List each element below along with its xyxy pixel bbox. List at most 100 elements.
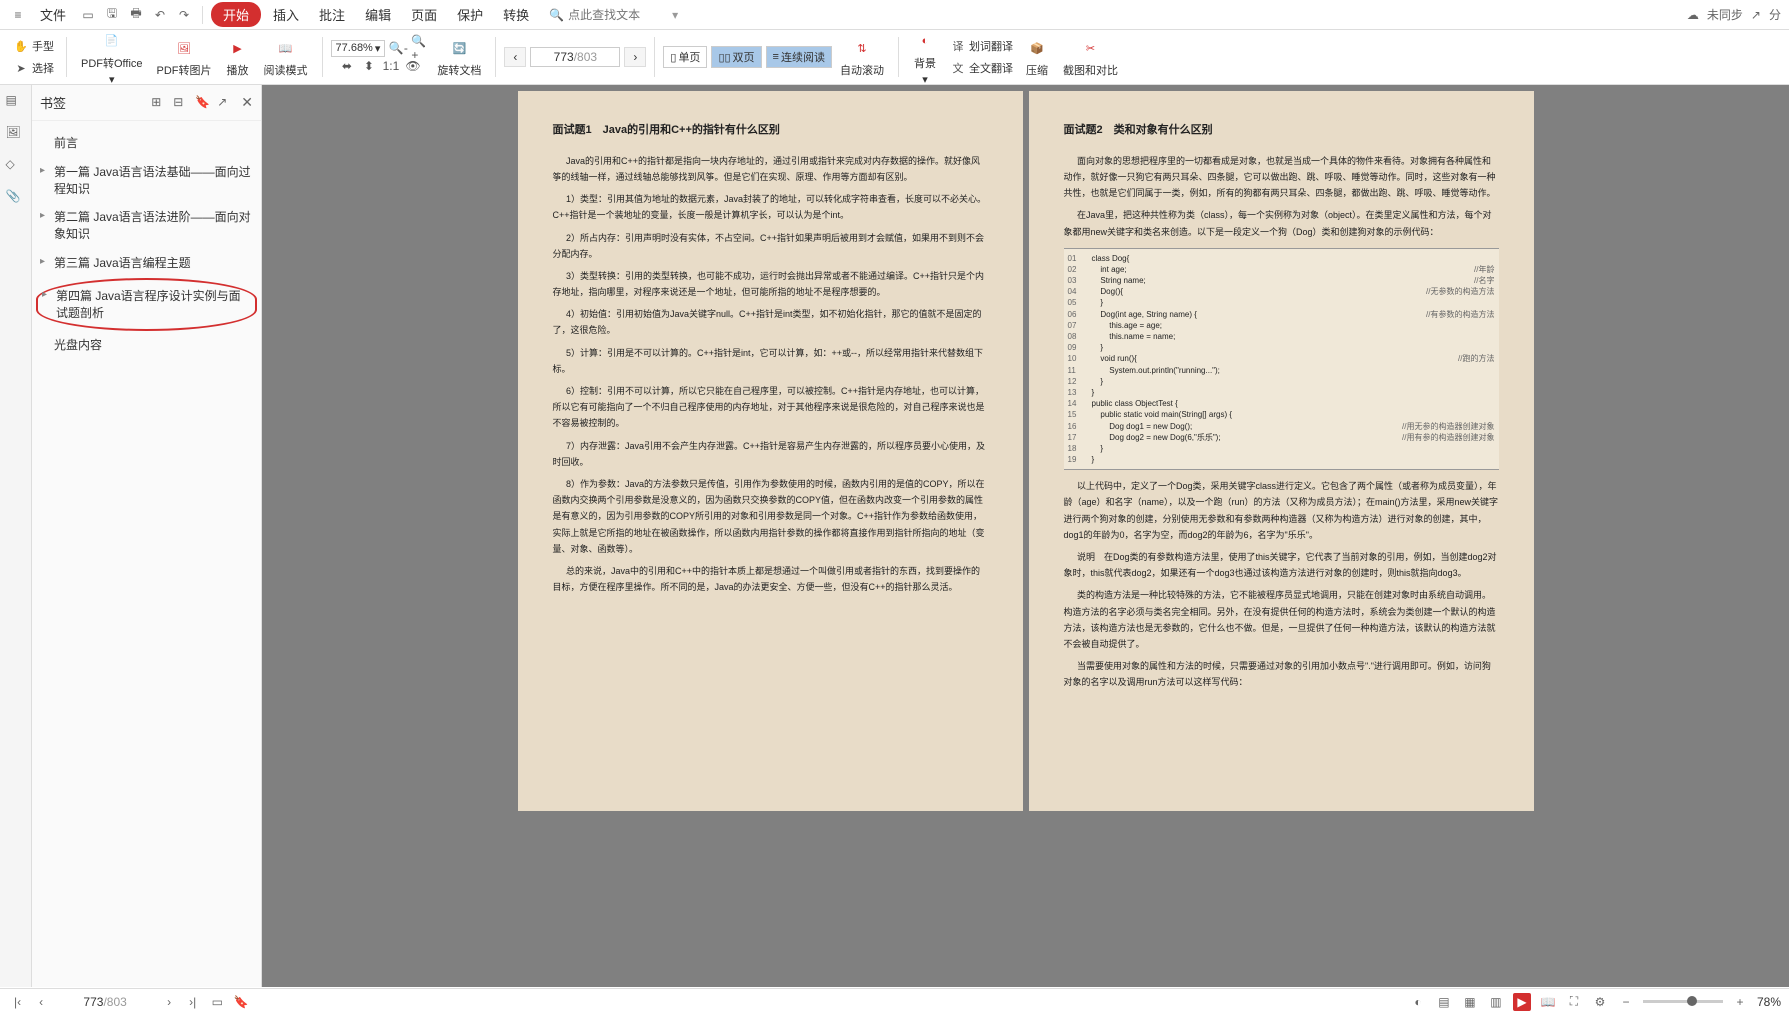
- code-line: 14public class ObjectTest {: [1068, 398, 1495, 409]
- menu-convert[interactable]: 转换: [495, 1, 537, 28]
- search-icon: 🔍: [549, 8, 564, 22]
- zoom-slider[interactable]: [1643, 1000, 1723, 1003]
- rotate-tool[interactable]: 🔄旋转文档: [431, 34, 487, 80]
- next-page[interactable]: ›: [624, 47, 646, 67]
- sb-bookmark-icon[interactable]: 🔖: [232, 993, 250, 1011]
- bm-link-icon[interactable]: ↗: [217, 95, 233, 111]
- select-tool[interactable]: ➤选择: [8, 57, 58, 79]
- code-line: 10 void run(){//跑的方法: [1068, 353, 1495, 364]
- auto-scroll[interactable]: ⇅自动滚动: [834, 34, 890, 80]
- sb-settings-icon[interactable]: ⚙: [1591, 993, 1609, 1011]
- code-line: 02 int age;//年龄: [1068, 264, 1495, 275]
- zoom-select[interactable]: 77.68%▾: [331, 40, 386, 57]
- pdf-image-icon: 🖼: [172, 36, 196, 60]
- single-page[interactable]: ▯单页: [663, 46, 707, 68]
- bm-collapse-icon[interactable]: ⊟: [173, 95, 189, 111]
- close-icon[interactable]: ✕: [241, 94, 253, 111]
- paragraph: 面向对象的思想把程序里的一切都看成是对象，也就是当成一个具体的物件来看待。对象拥…: [1064, 153, 1499, 202]
- undo-icon[interactable]: ↶: [150, 5, 170, 25]
- crop-icon: ✂: [1078, 36, 1102, 60]
- pdf-to-image[interactable]: 🖼PDF转图片: [151, 34, 218, 80]
- menu-protect[interactable]: 保护: [449, 1, 491, 28]
- compress-tool[interactable]: 📦压缩: [1019, 34, 1055, 80]
- zoom-in-sb[interactable]: +: [1731, 993, 1749, 1011]
- continuous-read[interactable]: ≡连续阅读: [766, 46, 832, 68]
- background-tool[interactable]: ◐背景▾: [907, 27, 943, 88]
- menu-start[interactable]: 开始: [211, 2, 261, 27]
- cloud-icon: ☁: [1687, 8, 1699, 22]
- code-line: 16 Dog dog1 = new Dog();//用无参的构造器创建对象: [1068, 421, 1495, 432]
- last-page[interactable]: ›|: [183, 993, 202, 1011]
- chevron-down-icon[interactable]: ▾: [672, 8, 678, 22]
- bookmark-item[interactable]: 第三篇 Java语言编程主题: [36, 249, 257, 278]
- crop-compare[interactable]: ✂截图和对比: [1057, 34, 1124, 80]
- sb-layout2-icon[interactable]: ▦: [1461, 993, 1479, 1011]
- attachment-icon[interactable]: 📎: [6, 189, 26, 209]
- bookmark-item[interactable]: 第二篇 Java语言语法进阶――面向对象知识: [36, 203, 257, 249]
- code-line: 15 public static void main(String[] args…: [1068, 409, 1495, 420]
- rotate-icon: 🔄: [447, 36, 471, 60]
- share-icon[interactable]: ↗: [1751, 8, 1761, 22]
- paragraph: 当需要使用对象的属性和方法的时候，只需要通过对象的引用加小数点号"."进行调用即…: [1064, 658, 1499, 690]
- next-page-sb[interactable]: ›: [161, 993, 177, 1011]
- sb-read-icon[interactable]: 📖: [1539, 993, 1557, 1011]
- code-line: 12 }: [1068, 376, 1495, 387]
- bookmark-item[interactable]: 第四篇 Java语言程序设计实例与面试题剖析: [36, 278, 257, 332]
- fit-width-icon[interactable]: ⬌: [338, 57, 356, 75]
- save-icon[interactable]: 🖫: [102, 5, 122, 25]
- search-box[interactable]: 🔍 ▾: [549, 8, 678, 22]
- code-line: 05 }: [1068, 297, 1495, 308]
- zoom-out-icon[interactable]: 🔍-: [389, 39, 407, 57]
- prev-page-sb[interactable]: ‹: [33, 993, 49, 1011]
- paragraph: 说明 在Dog类的有参数构造方法里，使用了this关键字，它代表了当前对象的引用…: [1064, 549, 1499, 581]
- code-line: 08 this.name = name;: [1068, 331, 1495, 342]
- status-page[interactable]: 773/803: [55, 993, 155, 1011]
- actual-size-icon[interactable]: 1:1: [382, 57, 400, 75]
- thumbnails-icon[interactable]: ▤: [6, 93, 26, 113]
- image-icon[interactable]: 🖼: [6, 125, 26, 145]
- menu-icon[interactable]: ≡: [8, 5, 28, 25]
- menu-review[interactable]: 批注: [311, 1, 353, 28]
- open-icon[interactable]: ▭: [78, 5, 98, 25]
- menu-edit[interactable]: 编辑: [357, 1, 399, 28]
- read-icon: 📖: [274, 36, 298, 60]
- menu-page[interactable]: 页面: [403, 1, 445, 28]
- menu-file[interactable]: 文件: [32, 1, 74, 28]
- bookmark-item[interactable]: 前言: [36, 129, 257, 158]
- read-mode[interactable]: 📖阅读模式: [258, 34, 314, 80]
- bookmark-item[interactable]: 第一篇 Java语言语法基础――面向过程知识: [36, 158, 257, 204]
- search-input[interactable]: [568, 8, 668, 22]
- first-page[interactable]: |‹: [8, 993, 27, 1011]
- zoom-in-icon[interactable]: 🔍+: [411, 39, 429, 57]
- code-line: 06 Dog(int age, String name) {//有参数的构造方法: [1068, 309, 1495, 320]
- code-line: 01class Dog{: [1068, 253, 1495, 264]
- eye-icon[interactable]: 👁: [404, 57, 422, 75]
- pdf-to-office[interactable]: 📄PDF转Office▾: [75, 27, 149, 88]
- double-page[interactable]: ▯▯双页: [711, 46, 761, 68]
- bookmark-item[interactable]: 光盘内容: [36, 331, 257, 360]
- page-input[interactable]: 773/803: [530, 47, 620, 67]
- redo-icon[interactable]: ↷: [174, 5, 194, 25]
- sb-layout3-icon[interactable]: ▥: [1487, 993, 1505, 1011]
- play-tool[interactable]: ▶播放: [220, 34, 256, 80]
- sb-view-icon[interactable]: ▭: [208, 993, 226, 1011]
- diamond-icon[interactable]: ◇: [6, 157, 26, 177]
- sync-status[interactable]: 未同步: [1707, 6, 1743, 23]
- full-translate[interactable]: 文全文翻译: [945, 57, 1017, 79]
- zoom-out-sb[interactable]: −: [1617, 993, 1635, 1011]
- compress-icon: 📦: [1025, 36, 1049, 60]
- sb-fullscreen-icon[interactable]: ⛶: [1565, 993, 1583, 1011]
- document-page-right: 面试题2 类和对象有什么区别 面向对象的思想把程序里的一切都看成是对象，也就是当…: [1029, 91, 1534, 811]
- print-icon[interactable]: 🖶: [126, 5, 146, 25]
- paragraph: Java的引用和C++的指针都是指向一块内存地址的，通过引用或指针来完成对内存数…: [553, 153, 988, 185]
- menu-insert[interactable]: 插入: [265, 1, 307, 28]
- sb-night-icon[interactable]: ◐: [1409, 993, 1427, 1011]
- bm-add-icon[interactable]: 🔖: [195, 95, 211, 111]
- hand-tool[interactable]: ✋手型: [8, 35, 58, 57]
- prev-page[interactable]: ‹: [504, 47, 526, 67]
- word-translate[interactable]: 译划词翻译: [945, 35, 1017, 57]
- sb-layout1-icon[interactable]: ▤: [1435, 993, 1453, 1011]
- bm-expand-icon[interactable]: ⊞: [151, 95, 167, 111]
- fit-page-icon[interactable]: ⬍: [360, 57, 378, 75]
- sb-play-icon[interactable]: ▶: [1513, 993, 1531, 1011]
